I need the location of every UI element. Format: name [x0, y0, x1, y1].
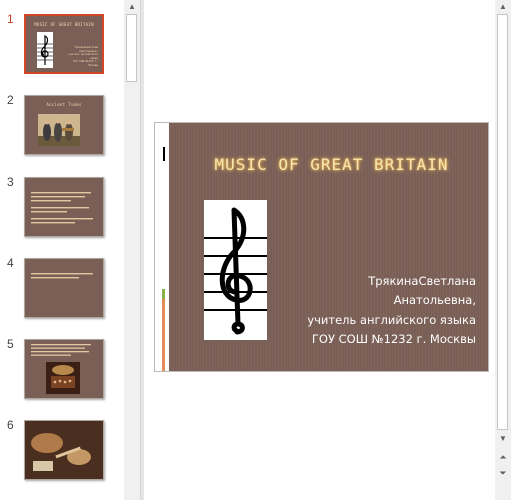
slide-title[interactable]: MUSIC OF GREAT BRITAIN [175, 155, 488, 174]
slide-left-edge [155, 123, 169, 371]
slide-thumbnail-3[interactable] [24, 177, 104, 237]
treble-clef-icon [204, 207, 267, 335]
text-placeholder-lines [31, 344, 91, 356]
text-placeholder-lines [31, 192, 93, 224]
slide-thumbnail-5[interactable] [24, 339, 104, 399]
thumbnail-scroll-thumb[interactable] [126, 14, 137, 82]
edge-accent-bar [162, 289, 165, 371]
author-school[interactable]: ГОУ СОШ №1232 г. Москвы [312, 332, 476, 346]
thumbnail-number: 4 [7, 256, 14, 270]
musicians-picture [38, 114, 80, 146]
author-patronymic[interactable]: Анатольевна, [394, 293, 476, 307]
thumbnail-number: 6 [7, 418, 14, 432]
down-arrow-icon[interactable]: ▼ [495, 432, 511, 446]
thumbnail-author: ТрякинаСветлана Анатольевна, учитель англи… [68, 46, 98, 67]
edge-accent-green [162, 289, 165, 299]
orchestra-picture [46, 362, 80, 394]
text-placeholder-lines [31, 273, 93, 279]
author-position[interactable]: учитель английского языка [307, 313, 476, 327]
up-arrow-icon[interactable]: ▲ [124, 0, 140, 14]
current-slide[interactable]: MUSIC OF GREAT BRITAIN ТрякинаСветлана А… [154, 122, 489, 372]
thumbnail-number: 5 [7, 337, 14, 351]
thumbnail-title: MUSIC OF GREAT BRITAIN [34, 22, 94, 27]
thumbnail-title: Ancient Times [46, 102, 82, 107]
up-arrow-icon[interactable]: ▲ [495, 0, 511, 14]
edge-marker [163, 147, 165, 161]
editor-scroll-thumb[interactable] [497, 14, 508, 430]
thumbnail-scrollbar[interactable]: ▲ [124, 0, 140, 500]
slide-thumbnail-6[interactable] [24, 420, 104, 480]
thumbnail-number: 3 [7, 175, 14, 189]
double-down-arrow-icon[interactable]: ⏷ [495, 466, 511, 480]
double-up-arrow-icon[interactable]: ⏶ [495, 450, 511, 464]
slide-thumbnail-4[interactable] [24, 258, 104, 318]
slide-editor-pane: MUSIC OF GREAT BRITAIN ТрякинаСветлана А… [144, 0, 495, 500]
treble-clef-picture[interactable] [204, 200, 267, 340]
slide-thumbnail-pane[interactable]: 1 MUSIC OF GREAT BRITAIN ТрякинаСветлана… [0, 0, 124, 500]
treble-clef-thumb-icon [37, 32, 53, 68]
instruments-picture [25, 421, 103, 479]
author-name[interactable]: ТрякинаСветлана [368, 274, 476, 288]
thumbnail-number: 1 [7, 12, 14, 26]
slide-thumbnail-2[interactable]: Ancient Times [24, 95, 104, 155]
thumbnail-number: 2 [7, 93, 14, 107]
editor-scrollbar[interactable]: ▲ ▼ ⏶ ⏷ [495, 0, 511, 500]
slide-thumbnail-1[interactable]: MUSIC OF GREAT BRITAIN ТрякинаСветлана Ан… [24, 14, 104, 74]
